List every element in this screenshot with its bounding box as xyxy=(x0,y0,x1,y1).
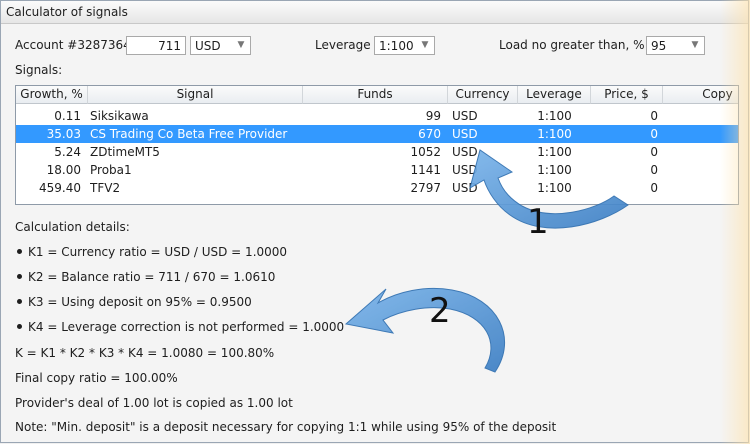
arrow-2 xyxy=(344,287,505,373)
annotation-overlay: 1 2 xyxy=(344,149,629,373)
arrow-1-number: 1 xyxy=(527,202,549,242)
arrow-2-number: 2 xyxy=(429,291,451,331)
arrow-1 xyxy=(469,149,629,229)
